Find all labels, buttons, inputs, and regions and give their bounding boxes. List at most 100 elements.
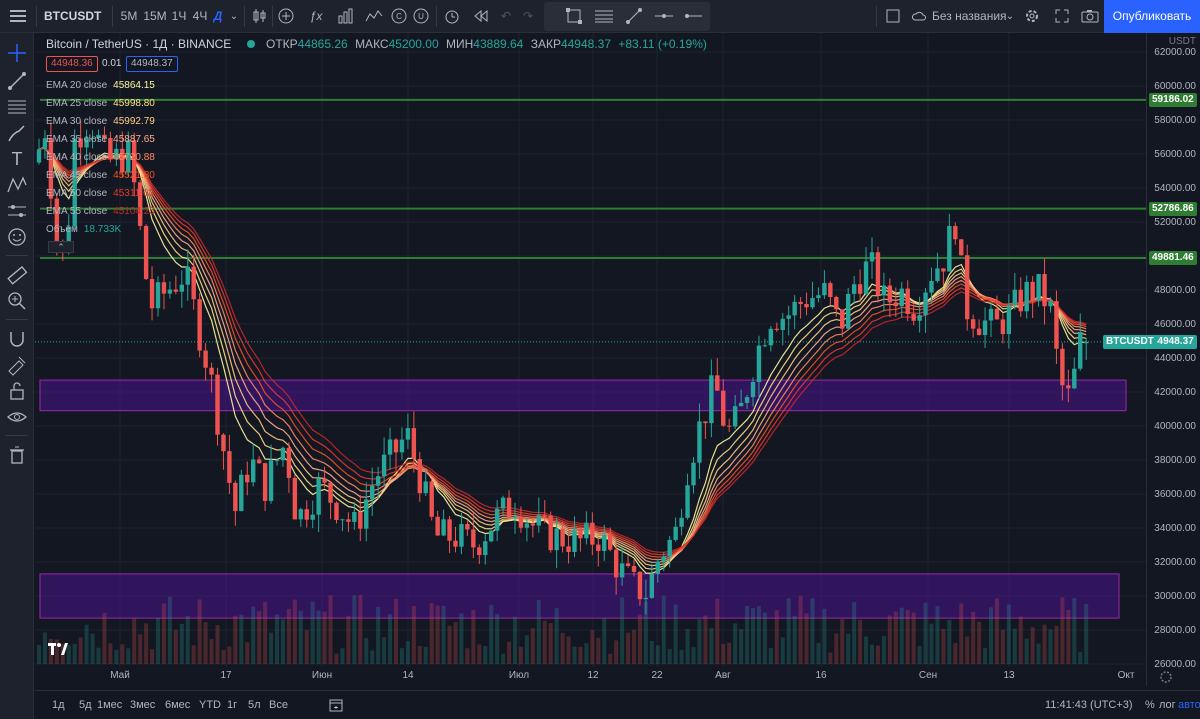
redo-icon[interactable]: ↷ (520, 0, 536, 33)
eye-icon[interactable] (5, 405, 29, 429)
log-toggle[interactable]: лог (1159, 691, 1176, 719)
chevron-down-icon[interactable]: ⌄ (228, 0, 240, 33)
auto-toggle[interactable]: авто (1178, 691, 1200, 719)
camera-icon[interactable] (1080, 0, 1100, 33)
time-axis[interactable]: Май 17 Июн 14 Июл 12 22 Авг 16 Сен 13 Окт (35, 667, 1146, 686)
trendline-icon[interactable] (5, 69, 29, 93)
volume-bar (536, 599, 541, 664)
candle-body (804, 303, 809, 308)
chart-canvas[interactable] (35, 33, 1146, 686)
fib-retracement-icon[interactable] (5, 95, 29, 119)
lock-drawings-icon[interactable] (5, 353, 29, 377)
templates-icon[interactable] (364, 0, 384, 33)
symbol-search-button[interactable]: BTCUSDT (44, 0, 104, 33)
replay-icon[interactable] (472, 0, 490, 33)
interval-5m[interactable]: 5М (118, 0, 140, 33)
range-button[interactable]: 5д (79, 691, 92, 719)
price-chart[interactable] (35, 33, 1146, 667)
volume-bar (382, 637, 387, 664)
text-tool-icon[interactable]: T (5, 147, 29, 171)
ema-legend-row[interactable]: EMA 50 close 45311.63 (46, 188, 154, 199)
pattern-icon[interactable] (5, 173, 29, 197)
interval-15m[interactable]: 15М (142, 0, 168, 33)
volume-legend[interactable]: Объём 18.733K (46, 224, 121, 235)
undo-icon[interactable]: ↶ (498, 0, 514, 33)
ema-legend-row[interactable]: EMA 25 close 45998.80 (46, 98, 155, 109)
chevron-down-icon[interactable]: ⌄ (1004, 0, 1016, 33)
select-layout-icon[interactable] (884, 0, 902, 33)
ema-legend-row[interactable]: EMA 40 close 45720.88 (46, 152, 155, 163)
ema-legend-row[interactable]: EMA 35 close 45887.65 (46, 134, 155, 145)
trendline-tool-icon[interactable] (624, 2, 644, 31)
range-button[interactable]: Все (269, 691, 288, 719)
zoom-in-icon[interactable] (5, 289, 29, 313)
price-axis[interactable]: USDT 62000.00 60000.00 58000.00 56000.00 540… (1146, 33, 1200, 686)
volume-bar (507, 641, 512, 664)
interval-1d[interactable]: Д (211, 0, 225, 33)
horizontal-line-tool-icon[interactable] (654, 2, 674, 31)
clock-timezone[interactable]: 11:41:43 (UTC+3) (1045, 691, 1133, 719)
candle-body (149, 279, 155, 309)
currency-icon[interactable]: C (390, 0, 408, 33)
interval-4h[interactable]: 4Ч (190, 0, 210, 33)
ruler-icon[interactable] (5, 263, 29, 287)
range-button[interactable]: 3мес (130, 691, 155, 719)
percent-toggle[interactable]: % (1145, 691, 1155, 719)
ema-value: 45992.79 (113, 116, 155, 127)
volume-bar (370, 650, 375, 664)
collapse-legend-button[interactable]: ⌃ (48, 241, 74, 253)
ask-button[interactable]: 44948.37 (126, 56, 178, 72)
range-button[interactable]: 1мес (97, 691, 122, 719)
volume-label: Объём (46, 224, 78, 235)
ema-legend-row[interactable]: EMA 20 close 45864.15 (46, 80, 155, 91)
range-button[interactable]: 1г (227, 691, 237, 719)
candle-body (709, 375, 714, 424)
compare-add-icon[interactable] (276, 0, 296, 33)
range-button[interactable]: 1д (52, 691, 65, 719)
candles-type-icon[interactable] (250, 0, 268, 33)
symbol-title[interactable]: Bitcoin / TetherUS · 1Д · BINANCE (46, 37, 231, 51)
lock-icon[interactable] (5, 379, 29, 403)
interval-1h[interactable]: 1Ч (170, 0, 188, 33)
volume-bar (453, 621, 458, 664)
alert-clock-icon[interactable] (442, 0, 462, 33)
tradingview-logo[interactable] (46, 639, 70, 659)
ema-legend-row[interactable]: EMA 45 close 45521.80 (46, 170, 155, 181)
volume-bar (733, 623, 738, 664)
emoji-icon[interactable] (5, 225, 29, 249)
publish-button[interactable]: Опубликовать (1104, 0, 1200, 33)
price-tick-label: 58000.00 (1154, 115, 1196, 126)
rectangle-tool-icon[interactable] (564, 2, 584, 31)
horizontal-ray-tool-icon[interactable] (682, 2, 704, 31)
prediction-icon[interactable] (5, 199, 29, 223)
volume-bar (804, 613, 809, 664)
trash-icon[interactable] (5, 443, 29, 467)
layout-name-button[interactable]: Без названия (932, 0, 1012, 33)
magnet-icon[interactable] (5, 327, 29, 351)
candle-body (245, 474, 250, 483)
crosshair-icon[interactable] (5, 41, 29, 65)
ema-line (38, 147, 1087, 567)
axis-settings-corner[interactable] (1146, 667, 1200, 686)
fib-tool-icon[interactable] (594, 2, 614, 31)
brush-icon[interactable] (5, 121, 29, 145)
hamburger-icon[interactable] (6, 0, 30, 33)
candle-body (524, 523, 530, 528)
go-to-date-icon[interactable] (329, 698, 343, 712)
bid-button[interactable]: 44948.36 (46, 56, 98, 72)
fullscreen-icon[interactable] (1052, 0, 1072, 33)
gear-icon[interactable] (1022, 0, 1042, 33)
indicators-icon[interactable]: ƒx (306, 0, 326, 33)
ema-legend-row[interactable]: EMA 30 close 45992.79 (46, 116, 155, 127)
candle-body (542, 515, 547, 517)
range-button[interactable]: 6мес (165, 691, 190, 719)
ema-legend-row[interactable]: EMA 55 close 45104.25 (46, 206, 155, 217)
range-button[interactable]: 5л (248, 691, 261, 719)
ema-line (38, 146, 1087, 574)
range-button[interactable]: YTD (199, 691, 221, 719)
candle-body (286, 447, 292, 478)
financials-icon[interactable] (336, 0, 356, 33)
unit-icon[interactable]: U (412, 0, 430, 33)
candle-body (1060, 348, 1065, 386)
price-tick-label: 62000.00 (1154, 47, 1196, 58)
